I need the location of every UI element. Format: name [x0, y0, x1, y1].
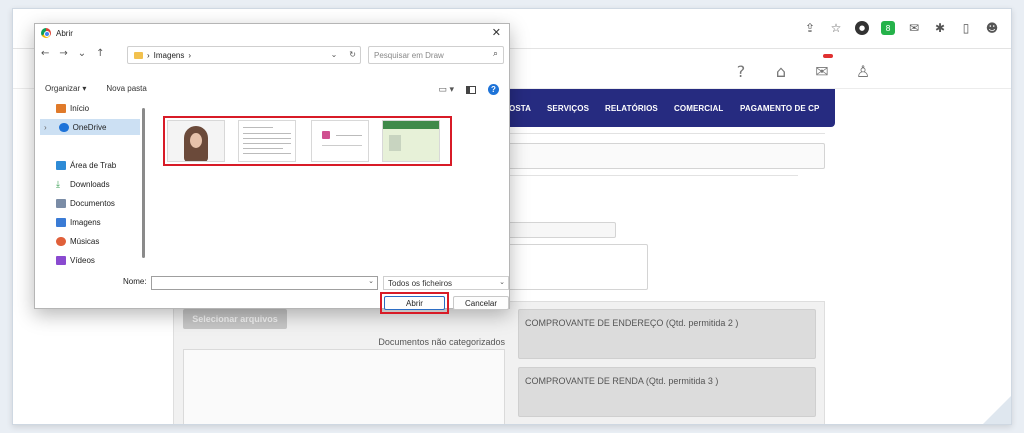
file-thumbnail[interactable] — [382, 120, 440, 162]
nav-item-proposta[interactable]: OSTA — [509, 104, 531, 113]
open-button[interactable]: Abrir — [384, 296, 445, 310]
doc-line — [243, 153, 291, 154]
doc-line — [243, 133, 291, 134]
filename-label: Nome: — [123, 277, 147, 286]
user-icon[interactable]: ♙ — [853, 61, 873, 81]
scrollbar[interactable] — [142, 108, 145, 258]
help-icon[interactable]: ? — [731, 61, 751, 81]
sidebar-item-label: Vídeos — [70, 255, 95, 265]
music-icon — [56, 236, 66, 246]
extension-red-icon[interactable]: ● — [855, 21, 869, 35]
document-icon — [56, 198, 66, 208]
star-icon[interactable]: ☆ — [829, 21, 843, 35]
folder-icon — [134, 51, 143, 59]
forward-icon[interactable]: → — [59, 48, 67, 59]
video-icon — [56, 255, 66, 265]
doc-line — [243, 127, 273, 128]
id-card-photo — [389, 135, 401, 151]
image-icon — [56, 217, 66, 227]
cancel-button[interactable]: Cancelar — [453, 296, 509, 310]
chevron-down-icon[interactable]: ⌄ — [368, 277, 374, 285]
breadcrumb-separator: › — [188, 50, 192, 60]
file-type-value: Todos os ficheiros — [388, 279, 453, 288]
nav-item-pagamento[interactable]: PAGAMENTO DE CP — [740, 104, 819, 113]
help-icon[interactable]: ? — [488, 84, 499, 95]
select-files-button[interactable]: Selecionar arquivos — [183, 309, 287, 329]
doc-line — [243, 148, 283, 149]
new-folder-button[interactable]: Nova pasta — [106, 84, 146, 93]
up-icon[interactable]: ↑ — [96, 48, 104, 59]
chevron-down-icon: ⌄ — [499, 278, 505, 286]
download-icon: ⤓ — [56, 179, 60, 190]
desktop-icon — [56, 160, 66, 170]
sidebar-item-label: Documentos — [70, 198, 115, 208]
mail-icon[interactable]: ✉ — [812, 61, 832, 81]
category-label: COMPROVANTE DE ENDEREÇO (Qtd. permitida … — [525, 318, 739, 328]
id-card-header — [383, 121, 439, 129]
file-type-select[interactable]: Todos os ficheiros ⌄ — [383, 276, 509, 290]
category-proof-of-address[interactable]: COMPROVANTE DE ENDEREÇO (Qtd. permitida … — [518, 309, 816, 359]
category-proof-of-income[interactable]: COMPROVANTE DE RENDA (Qtd. permitida 3 ) — [518, 367, 816, 417]
chrome-icon — [41, 28, 51, 38]
breadcrumb[interactable]: Imagens — [154, 51, 185, 60]
refresh-icon[interactable]: ↻ — [349, 50, 356, 59]
search-input[interactable]: Pesquisar em Draw ⌕ — [368, 46, 504, 64]
filename-input[interactable]: ⌄ — [151, 276, 378, 290]
sidebar-item-label: Área de Trab — [70, 160, 117, 170]
file-thumbnail[interactable] — [311, 120, 369, 162]
home-icon — [56, 103, 66, 113]
preview-pane-icon[interactable] — [466, 85, 476, 94]
page-corner — [983, 396, 1011, 424]
sidebar-item-onedrive[interactable]: › OneDrive — [40, 119, 140, 135]
uncategorized-dropzone[interactable] — [183, 349, 505, 424]
sidebar-item-label: Músicas — [70, 236, 100, 246]
doc-line — [243, 138, 291, 139]
category-label: COMPROVANTE DE RENDA (Qtd. permitida 3 ) — [525, 376, 719, 386]
breadcrumb-separator: › — [147, 50, 150, 60]
open-file-dialog: Abrir ✕ ← → ⌄ ↑ › Imagens › ⌄ ↻ Pesquisa… — [34, 23, 510, 314]
chevron-down-icon[interactable]: ⌄ — [331, 50, 338, 59]
sidebar-item-label: OneDrive — [72, 122, 107, 132]
sidebar-icon[interactable]: ▯ — [959, 21, 973, 35]
close-icon[interactable]: ✕ — [492, 26, 501, 39]
view-options-icon[interactable]: ▭ ▾ — [438, 84, 454, 95]
chevron-down-icon[interactable]: ⌄ — [78, 48, 86, 59]
mail-extension-icon[interactable]: ✉ — [907, 21, 921, 35]
doc-line — [322, 145, 362, 146]
sidebar-item-label: Início — [70, 103, 90, 113]
dialog-title: Abrir — [56, 28, 73, 38]
sidebar-item-label: Downloads — [70, 179, 110, 189]
file-thumbnail[interactable] — [167, 120, 225, 162]
chevron-right-icon[interactable]: › — [44, 123, 47, 132]
app-window: ⇪ ☆ ● 8 ✉ ✱ ▯ ☻ ? ⌂ ✉ ♙ OSTA SERVIÇOS RE… — [12, 8, 1012, 425]
file-thumbnail[interactable] — [238, 120, 296, 162]
back-icon[interactable]: ← — [41, 48, 49, 59]
search-icon[interactable]: ⌕ — [493, 49, 498, 59]
share-icon[interactable]: ⇪ — [803, 21, 817, 35]
doc-line — [336, 135, 362, 136]
puzzle-icon[interactable]: ✱ — [933, 21, 947, 35]
navigation-pane: Início › OneDrive Área de Trab ⚲ ⤓ Downl… — [36, 100, 157, 270]
address-bar[interactable]: › Imagens › ⌄ ↻ — [127, 46, 361, 64]
organize-menu[interactable]: Organizar ▾ — [45, 84, 86, 93]
logo-mark — [322, 131, 330, 139]
nav-item-relatorios[interactable]: RELATÓRIOS — [605, 104, 658, 113]
sidebar-item-label: Imagens — [70, 217, 101, 227]
profile-icon[interactable]: ☻ — [985, 21, 999, 35]
doc-line — [243, 143, 291, 144]
notification-badge — [823, 54, 833, 58]
cloud-icon — [58, 122, 69, 132]
nav-item-comercial[interactable]: COMERCIAL — [674, 104, 723, 113]
search-placeholder: Pesquisar em Draw — [374, 51, 444, 60]
home-icon[interactable]: ⌂ — [771, 61, 791, 81]
portrait-image — [184, 126, 208, 161]
nav-item-servicos[interactable]: SERVIÇOS — [547, 104, 589, 113]
extension-green-icon[interactable]: 8 — [881, 21, 895, 35]
uncategorized-label: Documentos não categorizados — [378, 337, 505, 347]
